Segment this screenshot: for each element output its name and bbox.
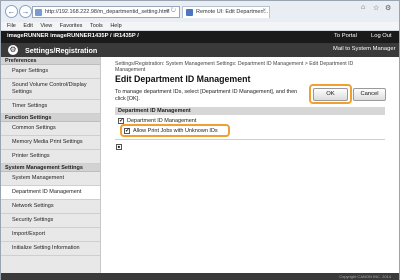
main-content: Settings/Registration: System Management… bbox=[102, 57, 399, 273]
sidebar-group-function-settings: Function Settings bbox=[1, 114, 100, 122]
back-button[interactable]: ← bbox=[5, 5, 18, 18]
sidebar-item-department-id-management[interactable]: Department ID Management bbox=[1, 186, 100, 200]
browser-window: ← → http://192.168.222.98/m_departmentid… bbox=[0, 0, 400, 280]
footer: Copyright CANON INC. 2014 bbox=[1, 273, 399, 280]
sidebar-item-network-settings[interactable]: Network Settings bbox=[1, 200, 100, 214]
sidebar-item-import-export[interactable]: Import/Export bbox=[1, 228, 100, 242]
help-icon[interactable]: ■ bbox=[116, 144, 122, 150]
copyright-text: Copyright CANON INC. 2014 bbox=[339, 274, 391, 279]
browser-menu-bar: File Edit View Favorites Tools Help bbox=[1, 22, 399, 31]
sidebar-item-initialize-settings[interactable]: Initialize Setting Information bbox=[1, 242, 100, 256]
sidebar-item-timer-settings[interactable]: Timer Settings bbox=[1, 100, 100, 114]
section-label: Department ID Management bbox=[115, 107, 385, 115]
to-portal-link[interactable]: To Portal bbox=[334, 33, 357, 39]
sidebar-item-paper-settings[interactable]: Paper Settings bbox=[1, 65, 100, 79]
cancel-button[interactable]: Cancel bbox=[353, 88, 386, 101]
allow-unknown-ids-checkbox[interactable]: ✓ bbox=[124, 128, 130, 134]
allow-unknown-ids-label: Allow Print Jobs with Unknown IDs bbox=[133, 128, 218, 134]
menu-edit[interactable]: Edit bbox=[23, 22, 32, 31]
sidebar-group-preferences: Preferences bbox=[1, 57, 100, 65]
sidebar-item-security-settings[interactable]: Security Settings bbox=[1, 214, 100, 228]
instruction-text: To manage department IDs, select [Depart… bbox=[115, 89, 298, 102]
menu-help[interactable]: Help bbox=[110, 22, 121, 31]
device-header: imageRUNNER imageRUNNER1435P / iR1435P /… bbox=[1, 31, 399, 43]
gear-icon[interactable]: ⚙ bbox=[385, 4, 391, 12]
settings-gear-icon: ⚙ bbox=[8, 45, 18, 55]
log-out-link[interactable]: Log Out bbox=[371, 33, 392, 39]
menu-tools[interactable]: Tools bbox=[90, 22, 103, 31]
sidebar-item-printer-settings[interactable]: Printer Settings bbox=[1, 150, 100, 164]
browser-tab[interactable]: Remote UI: Edit Departmen... × bbox=[182, 6, 270, 18]
address-url: http://192.168.222.98/m_departmentid_set… bbox=[45, 9, 170, 15]
menu-file[interactable]: File bbox=[7, 22, 16, 31]
section-header: ⚙ Settings/Registration Mail to System M… bbox=[1, 43, 399, 57]
tab-close-icon[interactable]: × bbox=[262, 8, 266, 14]
breadcrumb: Settings/Registration: System Management… bbox=[115, 61, 354, 73]
page-icon bbox=[35, 9, 42, 16]
device-name: imageRUNNER imageRUNNER1435P / iR1435P / bbox=[7, 33, 139, 39]
home-icon[interactable]: ⌂ bbox=[361, 4, 365, 11]
menu-favorites[interactable]: Favorites bbox=[60, 22, 83, 31]
sidebar-item-system-management[interactable]: System Management bbox=[1, 172, 100, 186]
sidebar-item-memory-media-print[interactable]: Memory Media Print Settings bbox=[1, 136, 100, 150]
tab-favicon bbox=[186, 9, 193, 16]
mail-to-system-manager-link[interactable]: Mail to System Manager bbox=[333, 46, 396, 52]
page-title: Edit Department ID Management bbox=[115, 74, 251, 84]
tab-title: Remote UI: Edit Departmen... bbox=[196, 9, 269, 15]
section-title: Settings/Registration bbox=[25, 46, 98, 55]
sidebar-item-sound-volume[interactable]: Sound Volume Control/Display Settings bbox=[1, 79, 100, 100]
sidebar: Preferences Paper Settings Sound Volume … bbox=[1, 57, 101, 273]
search-refresh-icon[interactable]: ⌕ ↻ bbox=[166, 8, 176, 15]
sidebar-item-common-settings[interactable]: Common Settings bbox=[1, 122, 100, 136]
forward-button[interactable]: → bbox=[19, 5, 32, 18]
ok-button[interactable]: OK bbox=[313, 88, 348, 101]
section-divider bbox=[115, 139, 385, 140]
browser-toolbar: ← → http://192.168.222.98/m_departmentid… bbox=[1, 1, 399, 22]
address-bar[interactable]: http://192.168.222.98/m_departmentid_set… bbox=[32, 6, 180, 18]
sidebar-group-system-management: System Management Settings bbox=[1, 164, 100, 172]
menu-view[interactable]: View bbox=[40, 22, 52, 31]
favorites-icon[interactable]: ☆ bbox=[373, 4, 379, 12]
